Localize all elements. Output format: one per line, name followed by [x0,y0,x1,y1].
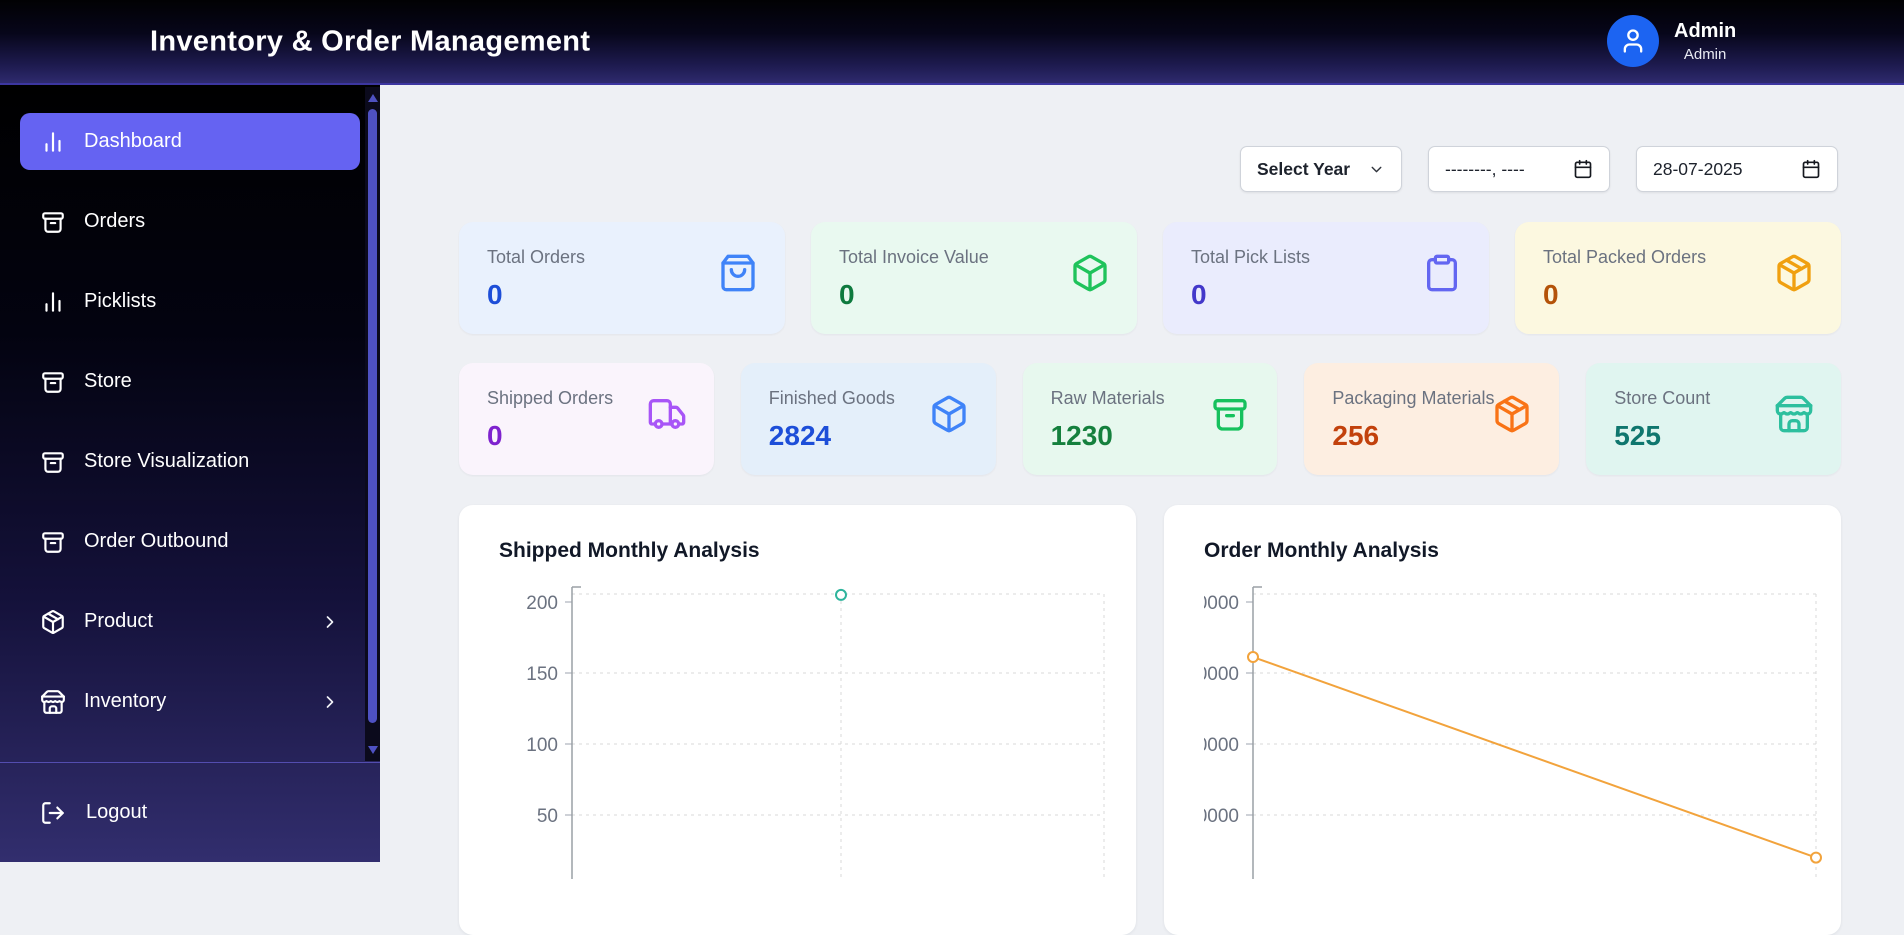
scroll-down-arrow-icon[interactable] [367,746,378,754]
charts-row: Shipped Monthly Analysis 200 150 100 50 Ord… [459,505,1841,935]
sidebar-item-store[interactable]: Store [20,353,360,410]
logout-icon [40,800,66,826]
stat-card-total-packed-orders: Total Packed Orders 0 [1515,222,1841,334]
sidebar-scrollbar-thumb[interactable] [368,109,377,723]
bar-chart-icon [40,289,66,315]
sidebar-item-label: Store Visualization [84,450,250,472]
sidebar-item-label: Picklists [84,290,157,312]
package-icon [1774,253,1814,293]
avatar [1607,15,1659,67]
store-icon [1774,394,1814,434]
package-icon [40,609,66,635]
clipboard-icon [1422,253,1462,293]
stat-card-packaging-materials: Packaging Materials 256 [1304,363,1560,475]
app-header: Inventory & Order Management Admin Admin [0,0,1904,85]
stat-card-raw-materials: Raw Materials 1230 [1022,363,1278,475]
package-icon [1492,394,1532,434]
box-icon [929,394,969,434]
svg-text:60000: 60000 [1204,664,1239,685]
sidebar-item-product[interactable]: Product [20,593,360,650]
sidebar-item-logout[interactable]: Logout [0,762,380,862]
chart-title-shipped: Shipped Monthly Analysis [499,539,760,562]
stat-card-total-pick-lists: Total Pick Lists 0 [1163,222,1489,334]
year-select[interactable]: Select Year [1240,146,1402,192]
stat-label: Total Invoice Value [839,247,989,267]
archive-icon [40,529,66,555]
calendar-icon [1801,159,1821,179]
sidebar-item-label: Product [84,610,153,632]
shipped-monthly-card: Shipped Monthly Analysis 200 150 100 50 [459,505,1136,935]
svg-text:200: 200 [526,593,558,614]
stat-value: 0 [1191,279,1207,310]
scroll-up-arrow-icon[interactable] [367,94,378,102]
sidebar-item-orders[interactable]: Orders [20,193,360,250]
filters-bar: Select Year --------, ---- 28-07-2025 [1240,146,1838,192]
sidebar-item-inventory[interactable]: Inventory [20,673,360,730]
sidebar-item-label: Order Outbound [84,530,229,552]
box-icon [1070,253,1110,293]
shopping-bag-icon [718,253,758,293]
truck-icon [647,394,687,434]
stat-card-store-count: Store Count 525 [1586,363,1841,475]
chart-title-order: Order Monthly Analysis [1204,539,1439,562]
sidebar-nav: Dashboard Orders Picklists Store Store Visua… [0,85,380,730]
sidebar-scrollbar[interactable] [365,87,380,761]
user-icon [1619,27,1647,55]
stat-card-shipped-orders: Shipped Orders 0 [459,363,714,475]
stat-card-total-invoice-value: Total Invoice Value 0 [811,222,1137,334]
stat-card-finished-goods: Finished Goods 2824 [740,363,996,475]
user-name: Admin [1674,19,1737,42]
bar-chart-icon [40,129,66,155]
stat-card-total-orders: Total Orders 0 [459,222,785,334]
calendar-icon [1573,159,1593,179]
main-content: Select Year --------, ---- 28-07-2025 To… [380,85,1904,935]
svg-text:150: 150 [526,664,558,685]
user-text: Admin Admin [1674,20,1736,63]
stats-row-2: Shipped Orders 0 Finished Goods 2824 Raw Mat… [459,363,1841,475]
svg-text:80000: 80000 [1204,593,1239,614]
svg-text:40000: 40000 [1204,735,1239,756]
sidebar-item-picklists[interactable]: Picklists [20,273,360,330]
sidebar: Dashboard Orders Picklists Store Store Visua… [0,85,380,862]
archive-icon [1210,394,1250,434]
stat-label: Total Packed Orders [1543,247,1707,267]
sidebar-item-label: Orders [84,210,146,232]
sidebar-item-label: Inventory [84,690,167,712]
sidebar-item-label: Dashboard [84,130,182,152]
svg-text:20000: 20000 [1204,806,1239,827]
app-title: Inventory & Order Management [150,25,591,57]
logout-label: Logout [86,801,148,823]
sidebar-item-label: Store [84,370,132,392]
svg-text:50: 50 [537,806,558,827]
date-picker-input[interactable]: 28-07-2025 [1636,146,1838,192]
year-select-value: Select Year [1257,158,1351,179]
archive-icon [40,449,66,475]
chevron-right-icon [320,612,340,632]
stat-label: Total Pick Lists [1191,247,1311,267]
sidebar-item-order-outbound[interactable]: Order Outbound [20,513,360,570]
shipped-monthly-chart: 200 150 100 50 [526,586,1105,879]
svg-text:100: 100 [526,735,558,756]
chevron-down-icon [1368,161,1385,178]
archive-icon [40,209,66,235]
chevron-right-icon [320,692,340,712]
sidebar-item-store-visualization[interactable]: Store Visualization [20,433,360,490]
date-picker-value: 28-07-2025 [1653,158,1743,179]
sidebar-item-dashboard[interactable]: Dashboard [20,113,360,170]
order-monthly-card: Order Monthly Analysis 80000 60000 40000 20… [1164,505,1841,935]
stat-value: 0 [1543,279,1559,310]
store-icon [40,689,66,715]
order-monthly-chart: 80000 60000 40000 20000 [1204,586,1822,879]
month-picker-input[interactable]: --------, ---- [1428,146,1610,192]
user-role: Admin [1683,45,1727,63]
stats-row-1: Total Orders 0 Total Invoice Value 0 Total P… [459,222,1841,334]
stat-label: Total Orders [487,247,586,267]
stat-value: 0 [487,279,503,310]
stat-value: 0 [839,279,855,310]
archive-icon [40,369,66,395]
user-menu[interactable]: Admin Admin [1607,15,1736,67]
month-picker-value: --------, ---- [1445,158,1525,179]
